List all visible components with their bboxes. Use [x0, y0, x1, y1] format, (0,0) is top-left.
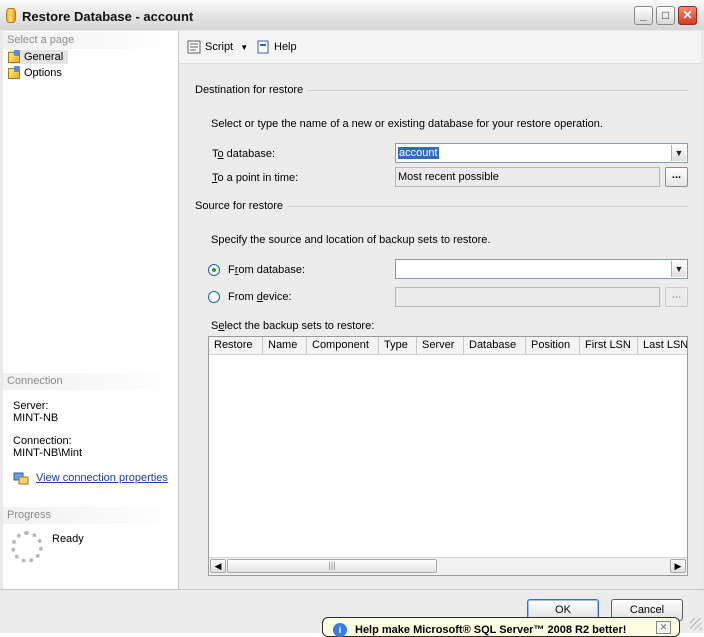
help-icon — [257, 40, 269, 54]
connection-header: Connection — [3, 373, 178, 390]
to-database-combo[interactable]: account ▼ — [395, 143, 688, 163]
progress-spinner-icon — [11, 531, 43, 563]
to-database-label: To database: — [212, 148, 275, 160]
from-device-radio[interactable] — [208, 291, 220, 303]
page-icon — [8, 49, 20, 63]
column-header[interactable]: Component — [307, 337, 379, 354]
source-description: Specify the source and location of backu… — [211, 234, 491, 246]
group-divider — [300, 90, 688, 91]
help-label: Help — [274, 40, 297, 53]
to-database-value: account — [398, 147, 439, 159]
column-header[interactable]: Restore — [209, 337, 263, 354]
resize-grip-icon[interactable] — [690, 618, 702, 630]
connection-label: Connection: — [13, 435, 72, 447]
script-icon — [187, 40, 201, 54]
minimize-button[interactable]: _ — [634, 6, 653, 25]
sidebar-item-general[interactable]: General — [8, 49, 68, 64]
source-group-label: Source for restore — [195, 200, 288, 212]
horizontal-scrollbar[interactable]: ◀ ||| ▶ — [209, 557, 687, 575]
sidebar-item-label: Options — [24, 67, 62, 79]
info-icon: i — [333, 623, 347, 637]
sidebar — [3, 31, 179, 589]
server-label: Server: — [13, 400, 49, 412]
backup-sets-grid[interactable]: Restore Name Component Type Server Datab… — [208, 336, 688, 576]
from-device-label[interactable]: From device: — [228, 291, 292, 303]
column-header[interactable]: Server — [417, 337, 464, 354]
point-in-time-label: To a point in time: — [212, 172, 299, 184]
point-in-time-field: Most recent possible — [395, 167, 660, 187]
script-label: Script — [205, 40, 234, 53]
sidebar-item-label: General — [24, 51, 64, 63]
chevron-down-icon[interactable]: ▼ — [240, 43, 248, 52]
from-device-field — [395, 287, 660, 307]
column-header[interactable]: Database — [464, 337, 526, 354]
scroll-left-icon[interactable]: ◀ — [210, 559, 226, 573]
from-device-browse-button: ... — [665, 287, 688, 307]
help-button[interactable]: Help — [256, 40, 297, 54]
column-header[interactable]: Type — [379, 337, 417, 354]
progress-header: Progress — [3, 507, 178, 524]
view-connection-properties-link[interactable]: View connection properties — [36, 472, 168, 484]
scrollbar-thumb[interactable]: ||| — [227, 559, 437, 573]
notification-text[interactable]: Help make Microsoft® SQL Server™ 2008 R2… — [355, 624, 626, 636]
point-in-time-browse-button[interactable]: ... — [665, 167, 688, 187]
database-icon — [6, 8, 16, 23]
group-divider — [286, 206, 688, 207]
page-icon — [8, 65, 20, 79]
select-page-header: Select a page — [3, 32, 178, 49]
column-header[interactable]: Position — [526, 337, 580, 354]
scroll-right-icon[interactable]: ▶ — [670, 559, 686, 573]
from-database-combo[interactable]: ▼ — [395, 259, 688, 279]
close-icon[interactable]: ✕ — [656, 621, 671, 634]
sidebar-item-options[interactable]: Options — [8, 65, 62, 80]
grid-header: Restore Name Component Type Server Datab… — [209, 337, 687, 355]
chevron-down-icon[interactable]: ▼ — [671, 261, 686, 277]
column-header[interactable]: Name — [263, 337, 307, 354]
from-database-label[interactable]: From database: — [228, 264, 305, 276]
progress-status: Ready — [52, 533, 84, 545]
column-header[interactable]: Last LSN — [638, 337, 687, 354]
window-title: Restore Database - account — [22, 9, 194, 24]
backup-sets-label: Select the backup sets to restore: — [211, 320, 375, 332]
close-button[interactable]: ✕ — [678, 6, 697, 25]
connection-value: MINT-NB\Mint — [13, 447, 83, 459]
destination-description: Select or type the name of a new or exis… — [211, 118, 603, 130]
chevron-down-icon[interactable]: ▼ — [671, 145, 686, 161]
script-button[interactable]: Script ▼ — [187, 40, 248, 54]
from-database-radio[interactable] — [208, 264, 220, 276]
maximize-button[interactable]: □ — [656, 6, 675, 25]
connection-properties-icon — [13, 472, 29, 485]
destination-group-label: Destination for restore — [195, 84, 308, 96]
server-value: MINT-NB — [13, 412, 59, 424]
column-header[interactable]: First LSN — [580, 337, 638, 354]
